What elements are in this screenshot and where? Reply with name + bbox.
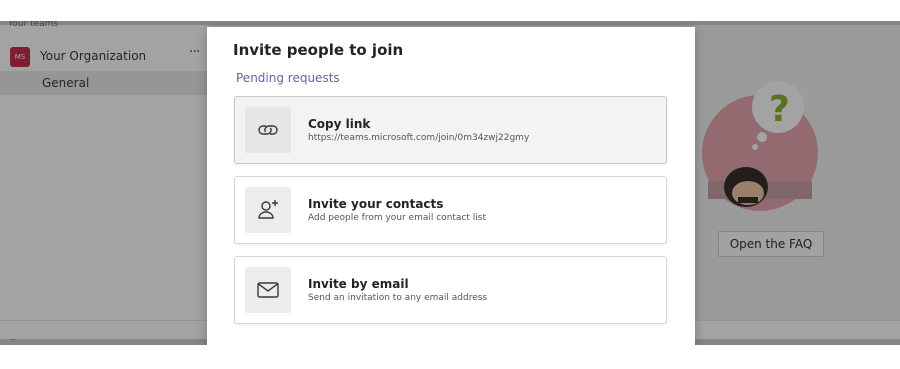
invite-dialog: Invite people to join Pending requests C… (207, 27, 695, 345)
copy-link-option[interactable]: Copy link https://teams.microsoft.com/jo… (234, 96, 667, 164)
option-subtitle: Add people from your email contact list (308, 213, 486, 223)
link-icon (245, 107, 291, 153)
invite-contacts-option[interactable]: Invite your contacts Add people from you… (234, 176, 667, 244)
dialog-title: Invite people to join (233, 41, 404, 59)
option-title: Invite your contacts (308, 197, 444, 211)
pending-requests-link[interactable]: Pending requests (236, 71, 340, 85)
add-person-icon (245, 187, 291, 233)
invite-email-option[interactable]: Invite by email Send an invitation to an… (234, 256, 667, 324)
option-title: Copy link (308, 117, 371, 131)
invite-link-url: https://teams.microsoft.com/join/0m34zwj… (308, 133, 530, 143)
option-subtitle: Send an invitation to any email address (308, 293, 488, 303)
option-title: Invite by email (308, 277, 409, 291)
mail-icon (245, 267, 291, 313)
teams-window: Your teams MS Your Organization ··· Gene… (0, 21, 900, 345)
